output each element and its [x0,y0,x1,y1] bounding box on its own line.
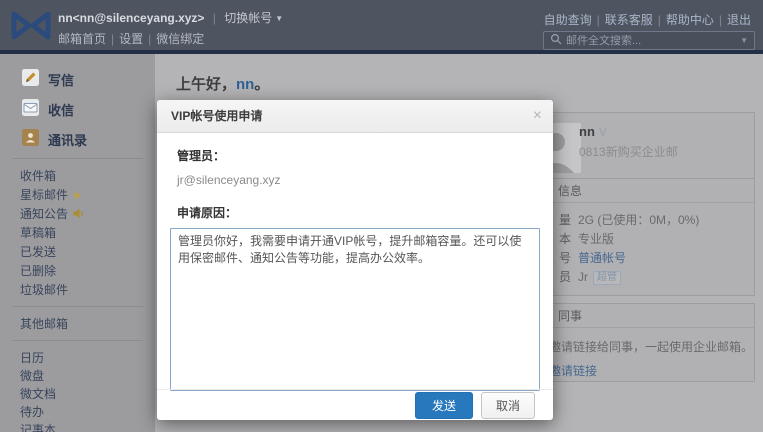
envelope-icon [22,99,39,119]
sidebar-item-weidocs[interactable]: 微文档 [0,385,155,403]
info-row-version: 本专业版 [559,232,615,246]
sidebar-item-label: 通讯录 [48,132,88,148]
self-service-link[interactable]: 自助查询 [544,13,592,27]
admin-email: jr@silenceyang.xyz [177,173,281,187]
superadmin-badge: 超管 [593,271,621,285]
sidebar-item-todo[interactable]: 待办 [0,403,155,421]
dialog-body: 管理员： jr@silenceyang.xyz 申请原因： 管理员你好，我需要申… [157,133,553,391]
invite-link[interactable]: 邀请链接 [549,362,754,379]
info-row-capacity: 量 2G (已使用：0M，0%) [559,213,700,227]
sidebar-item-announcements[interactable]: 通知公告 [0,205,155,224]
account-email: nn<nn@silenceyang.xyz> [58,11,205,25]
separator: | [596,13,600,27]
account-nav: 邮箱首页 | 设置 | 微信绑定 [58,30,283,47]
sidebar-item-receive[interactable]: 收信 [0,94,155,124]
info-row-admin: 员 Jr 超管 [559,268,754,287]
separator: | [111,32,115,46]
greeting: 上午好，nn。 [176,76,270,93]
star-icon: ★ [72,190,82,202]
search-input[interactable] [566,34,741,47]
sidebar-item-compose[interactable]: 写信 [0,64,155,94]
separator: | [148,32,152,46]
help-center-link[interactable]: 帮助中心 [666,13,714,27]
sidebar-item-label: 写信 [48,72,75,88]
info-row-account-type: 号普通帐号 [559,251,627,265]
vip-application-dialog: VIP帐号使用申请 × 管理员： jr@silenceyang.xyz 申请原因… [157,100,553,420]
quick-links: 自助查询 | 联系客服 | 帮助中心 | 退出 [544,11,751,28]
nav-wechat-bind-link[interactable]: 微信绑定 [156,32,204,46]
dialog-title: VIP帐号使用申请 [171,109,263,123]
contacts-icon [22,129,39,149]
sidebar-item-label: 收信 [48,102,75,118]
search-icon [550,33,562,48]
vip-badge-icon: V [598,125,607,139]
sidebar-item-spam[interactable]: 垃圾邮件 [0,281,155,300]
sidebar-item-starred[interactable]: 星标邮件 ★ [0,186,155,205]
other-mail-section: 其他邮箱 [0,311,155,336]
sidebar-actions: 写信 收信 通讯录 [0,54,155,154]
nav-settings-link[interactable]: 设置 [119,32,143,46]
sidebar-item-weidrive[interactable]: 微盘 [0,367,155,385]
search-scope-dropdown-icon[interactable]: ▼ [740,36,748,45]
separator: | [657,13,661,27]
divider [12,340,143,341]
divider [12,158,143,159]
sidebar: 写信 收信 通讯录 收件箱 星标邮件 ★ 通知公告 草稿箱 已发送 已删除 垃圾… [0,54,155,432]
reason-textarea[interactable]: 管理员你好，我需要申请开通VIP帐号，提升邮箱容量。还可以使用保密邮件、通知公告… [170,228,540,391]
sidebar-item-sent[interactable]: 已发送 [0,243,155,262]
compose-pencil-icon [22,69,39,89]
sidebar-item-deleted[interactable]: 已删除 [0,262,155,281]
folder-list: 收件箱 星标邮件 ★ 通知公告 草稿箱 已发送 已删除 垃圾邮件 [0,163,155,302]
speaker-icon [72,208,85,223]
sidebar-item-calendar[interactable]: 日历 [0,349,155,367]
sidebar-item-other-mailboxes[interactable]: 其他邮箱 [0,315,155,334]
chevron-down-icon: ▼ [275,14,284,23]
sidebar-item-drafts[interactable]: 草稿箱 [0,224,155,243]
logout-link[interactable]: 退出 [727,13,751,27]
close-icon[interactable]: × [533,107,542,125]
admin-label: 管理员： [177,149,226,163]
reason-label: 申请原因： [177,206,238,220]
greeting-username: nn [236,76,255,93]
divider [12,306,143,307]
account-block: nn<nn@silenceyang.xyz> | 切换帐号 ▼ 邮箱首页 | 设置 | 微… [58,9,283,47]
account-type-link[interactable]: 普通帐号 [578,251,626,265]
sidebar-item-inbox[interactable]: 收件箱 [0,167,155,186]
exmail-home-page: nn<nn@silenceyang.xyz> | 切换帐号 ▼ 邮箱首页 | 设置 | 微… [0,0,763,432]
dialog-header: VIP帐号使用申请 × [157,100,553,133]
contact-support-link[interactable]: 联系客服 [605,13,653,27]
sidebar-item-contacts[interactable]: 通讯录 [0,124,155,154]
send-button[interactable]: 发送 [414,391,473,419]
nav-mail-home-link[interactable]: 邮箱首页 [58,32,106,46]
separator: | [718,13,722,27]
profile-org: 0813新购买企业邮 [579,145,678,159]
separator: | [212,11,216,25]
dialog-footer: 发送 取消 [157,389,553,420]
cancel-button[interactable]: 取消 [480,391,535,419]
switch-account-link[interactable]: 切换帐号 ▼ [224,11,283,25]
exmail-logo-icon [10,9,52,45]
app-list: 日历 微盘 微文档 待办 记事本 文件中转站 [0,345,155,432]
profile-name: nn V [579,124,607,139]
invite-description: 邀请链接给同事，一起使用企业邮箱。 [549,340,754,354]
topbar: nn<nn@silenceyang.xyz> | 切换帐号 ▼ 邮箱首页 | 设置 | 微… [0,0,763,54]
account-line: nn<nn@silenceyang.xyz> | 切换帐号 ▼ [58,9,283,26]
search-box: ▼ [543,31,755,50]
sidebar-item-notes[interactable]: 记事本 [0,421,155,432]
